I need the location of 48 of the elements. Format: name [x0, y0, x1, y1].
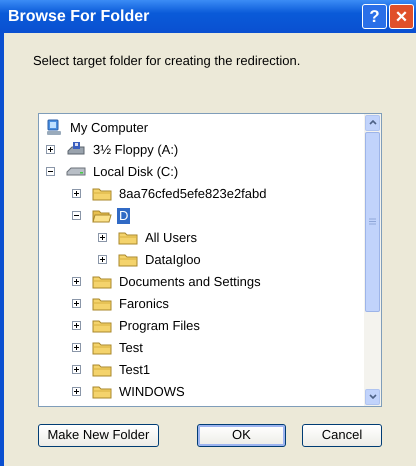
dialog-button[interactable]: Make New Folder — [38, 424, 159, 446]
scrollbar[interactable] — [364, 114, 381, 406]
expand-toggle[interactable] — [98, 233, 107, 242]
help-button[interactable]: ? — [362, 4, 387, 29]
folder-icon — [92, 340, 112, 356]
expand-toggle[interactable] — [46, 145, 55, 154]
folder-icon — [92, 362, 112, 378]
folder-icon — [92, 186, 112, 202]
tree-item[interactable]: Test — [117, 340, 145, 356]
tree-item[interactable]: Local Disk (C:) — [91, 164, 180, 180]
folder-icon — [118, 252, 138, 268]
ok-button[interactable]: OK — [196, 424, 286, 446]
expand-toggle[interactable] — [72, 321, 81, 330]
expand-toggle[interactable] — [72, 343, 81, 352]
scroll-up-icon[interactable] — [365, 114, 380, 130]
tree-item[interactable]: Test1 — [117, 362, 152, 378]
computer-icon — [45, 118, 63, 136]
tree-item[interactable]: WINDOWS — [117, 384, 187, 400]
expand-toggle[interactable] — [72, 365, 81, 374]
tree-item[interactable]: All Users — [143, 230, 200, 246]
tree-item[interactable]: 8aa76cfed5efe823e2fabd — [117, 186, 268, 202]
tree-item[interactable]: 3½ Floppy (A:) — [91, 142, 180, 158]
expand-toggle[interactable] — [72, 189, 81, 198]
tree-item[interactable]: Documents and Settings — [117, 274, 263, 290]
close-button[interactable]: × — [389, 4, 414, 29]
folder-icon — [92, 384, 112, 400]
expand-toggle[interactable] — [72, 277, 81, 286]
open-folder-icon — [92, 208, 112, 224]
scroll-down-icon[interactable] — [365, 388, 380, 404]
tree-item[interactable]: Program Files — [117, 318, 202, 334]
tree-item[interactable]: DataIgloo — [143, 252, 203, 268]
tree-item[interactable]: Faronics — [117, 296, 171, 312]
hard-drive-icon — [66, 164, 86, 178]
tree-item[interactable]: My Computer — [68, 120, 150, 136]
folder-icon — [92, 296, 112, 312]
folder-icon — [92, 318, 112, 334]
dialog-button[interactable]: Cancel — [302, 424, 382, 446]
expand-toggle[interactable] — [72, 387, 81, 396]
collapse-toggle[interactable] — [72, 211, 81, 220]
folder-icon — [118, 230, 138, 246]
window-title: Browse For Folder — [8, 6, 150, 26]
folder-icon — [92, 274, 112, 290]
expand-toggle[interactable] — [72, 299, 81, 308]
collapse-toggle[interactable] — [46, 167, 55, 176]
expand-toggle[interactable] — [98, 255, 107, 264]
prompt-text: Select target folder for creating the redirection. — [33, 52, 302, 70]
tree-item[interactable]: D — [117, 208, 130, 224]
scroll-thumb[interactable] — [365, 132, 380, 312]
